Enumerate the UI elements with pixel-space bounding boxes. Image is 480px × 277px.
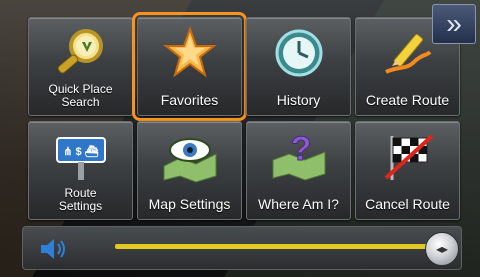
- road-sign-icon: ⋔ $ ⛴: [50, 130, 112, 184]
- eye-map-icon: [159, 130, 221, 184]
- double-chevron-right-icon: »: [446, 8, 462, 39]
- map-settings-label: Map Settings: [148, 196, 231, 212]
- map-settings-button[interactable]: Map Settings: [137, 121, 242, 220]
- history-label: History: [276, 92, 321, 108]
- pencil-route-icon: [377, 26, 439, 80]
- slider-arrows-icon: ◂▸: [435, 242, 449, 256]
- favorites-label: Favorites: [160, 92, 219, 108]
- history-button[interactable]: History: [246, 17, 351, 116]
- star-icon: [159, 26, 221, 80]
- svg-text:?: ?: [290, 130, 311, 168]
- quick-place-search-label: Quick Place Search: [48, 82, 113, 109]
- where-am-i-label: Where Am I?: [258, 196, 339, 212]
- route-settings-button[interactable]: ⋔ $ ⛴ Route Settings: [28, 121, 133, 220]
- volume-slider-track[interactable]: [115, 244, 433, 249]
- speaker-icon[interactable]: [39, 237, 69, 261]
- where-am-i-button[interactable]: ? Where Am I?: [246, 121, 351, 220]
- volume-control: ◂▸: [22, 226, 462, 270]
- next-page-button[interactable]: »: [432, 4, 476, 44]
- cancel-route-label: Cancel Route: [365, 196, 450, 212]
- quick-place-search-button[interactable]: Quick Place Search: [28, 17, 133, 116]
- svg-text:⋔ $ ⛴: ⋔ $ ⛴: [63, 145, 98, 158]
- magnifier-icon: [50, 26, 112, 80]
- volume-slider-knob[interactable]: ◂▸: [425, 232, 459, 266]
- cancel-route-button[interactable]: Cancel Route: [355, 121, 460, 220]
- checkered-flag-cancel-icon: [377, 130, 439, 184]
- navigation-menu-screen: Quick Place Search Favorites History Cre…: [0, 0, 480, 277]
- question-map-icon: ?: [268, 130, 330, 184]
- create-route-label: Create Route: [365, 92, 450, 108]
- clock-icon: [268, 26, 330, 80]
- favorites-button[interactable]: Favorites: [132, 12, 247, 121]
- route-settings-label: Route Settings: [58, 186, 103, 213]
